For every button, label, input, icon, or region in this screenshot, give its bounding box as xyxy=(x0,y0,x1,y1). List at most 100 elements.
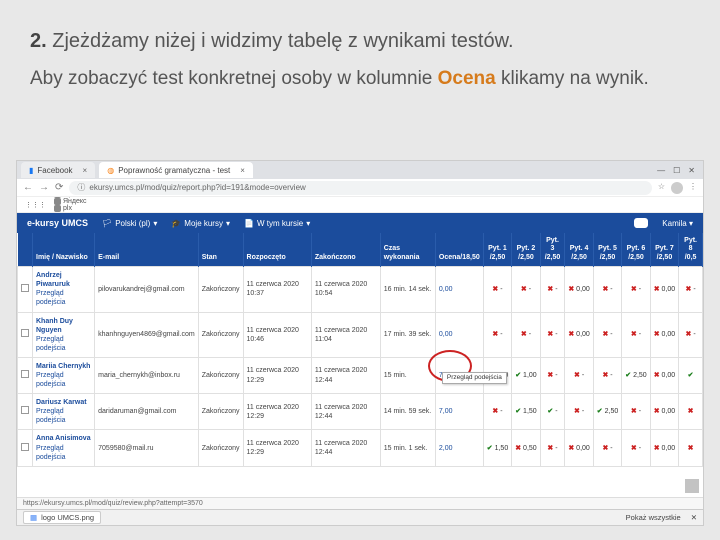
download-item[interactable]: ▦ logo UMCS.png xyxy=(23,511,101,524)
question-cell[interactable]: ✖ xyxy=(679,394,703,430)
state-cell: Zakończony xyxy=(198,267,243,312)
close-window-icon[interactable]: ✕ xyxy=(688,166,695,175)
column-header[interactable]: Czas wykonania xyxy=(380,233,435,267)
column-header[interactable]: Rozpoczęto xyxy=(243,233,311,267)
maximize-icon[interactable]: ☐ xyxy=(673,166,680,175)
show-all-downloads[interactable]: Pokaż wszystkie xyxy=(626,513,681,522)
question-cell[interactable]: ✖ 0,00 xyxy=(565,312,593,357)
grade-cell[interactable]: 7,00Przegląd podejścia xyxy=(435,357,483,393)
forward-icon[interactable]: → xyxy=(39,182,49,193)
question-cell[interactable]: ✖ - xyxy=(483,394,511,430)
grade-cell[interactable]: 2,00 xyxy=(435,430,483,466)
column-header[interactable]: Imię / Nazwisko xyxy=(33,233,95,267)
row-checkbox[interactable] xyxy=(18,312,33,357)
question-cell[interactable]: ✖ 0,00 xyxy=(650,430,678,466)
row-checkbox[interactable] xyxy=(18,357,33,393)
row-checkbox[interactable] xyxy=(18,267,33,312)
close-icon[interactable]: × xyxy=(83,166,88,175)
question-cell[interactable]: ✖ - xyxy=(622,394,650,430)
grade-cell[interactable]: 0,00 xyxy=(435,267,483,312)
avatar[interactable] xyxy=(671,182,683,194)
url-input[interactable]: ⓘ ekursy.umcs.pl/mod/quiz/report.php?id=… xyxy=(69,181,651,195)
question-cell[interactable]: ✖ - xyxy=(540,267,565,312)
question-cell[interactable]: ✔ 1,50 xyxy=(483,430,511,466)
lang-menu[interactable]: 🏳 Polski (pl) ▾ xyxy=(102,219,157,228)
student-name[interactable]: Dariusz KarwatPrzegląd podejścia xyxy=(33,394,95,430)
question-cell[interactable]: ✖ - xyxy=(565,394,593,430)
column-header[interactable]: Pyt. 3/2,50 xyxy=(540,233,565,267)
question-cell[interactable]: ✖ - xyxy=(483,312,511,357)
apps-icon[interactable]: ⋮⋮⋮ xyxy=(25,201,46,209)
question-cell[interactable]: ✔ 1,50 xyxy=(512,394,540,430)
question-cell[interactable]: ✖ - xyxy=(512,267,540,312)
column-header[interactable]: Ocena/18,50 xyxy=(435,233,483,267)
question-cell[interactable]: ✖ - xyxy=(622,312,650,357)
question-cell[interactable]: ✖ - xyxy=(483,267,511,312)
student-name[interactable]: Anna AnisimovaPrzegląd podejścia xyxy=(33,430,95,466)
question-cell[interactable]: ✖ - xyxy=(593,312,621,357)
scroll-indicator[interactable] xyxy=(685,479,699,493)
grade-cell[interactable]: 7,00 xyxy=(435,394,483,430)
question-cell[interactable]: ✔ xyxy=(679,357,703,393)
question-cell[interactable]: ✖ xyxy=(679,430,703,466)
back-icon[interactable]: ← xyxy=(23,182,33,193)
start-cell: 11 czerwca 2020 12:29 xyxy=(243,430,311,466)
question-cell[interactable]: ✖ - xyxy=(622,267,650,312)
column-header[interactable]: Pyt. 4/2,50 xyxy=(565,233,593,267)
question-cell[interactable]: ✖ - xyxy=(593,267,621,312)
column-header[interactable]: Pyt. 8/0,5 xyxy=(679,233,703,267)
column-header[interactable]: Stan xyxy=(198,233,243,267)
column-header[interactable]: Pyt. 1/2,50 xyxy=(483,233,511,267)
question-cell[interactable]: ✔ 2,50 xyxy=(622,357,650,393)
question-cell[interactable]: ✖ - xyxy=(593,357,621,393)
question-cell[interactable]: ✖ - xyxy=(679,267,703,312)
question-cell[interactable]: ✔ - xyxy=(540,394,565,430)
column-header[interactable]: Zakończono xyxy=(311,233,380,267)
menu-dots-icon[interactable]: ⋮ xyxy=(689,182,697,194)
question-cell[interactable]: ✖ - xyxy=(622,430,650,466)
column-header[interactable]: Pyt. 7/2,50 xyxy=(650,233,678,267)
question-cell[interactable]: ✖ - xyxy=(540,430,565,466)
column-header[interactable]: Pyt. 5/2,50 xyxy=(593,233,621,267)
student-name[interactable]: Khanh Duy NguyenPrzegląd podejścia xyxy=(33,312,95,357)
this-course-menu[interactable]: 📄 W tym kursie ▾ xyxy=(244,219,310,228)
grade-cell[interactable]: 0,00 xyxy=(435,312,483,357)
close-downloads-icon[interactable]: ✕ xyxy=(691,513,697,522)
column-header[interactable]: E-mail xyxy=(95,233,199,267)
minimize-icon[interactable]: — xyxy=(657,166,665,175)
question-cell[interactable]: ✖ - xyxy=(593,430,621,466)
column-header[interactable] xyxy=(18,233,33,267)
student-name[interactable]: Mariia ChernykhPrzegląd podejścia xyxy=(33,357,95,393)
user-menu[interactable]: Kamila ▾ xyxy=(662,219,693,228)
bookmark-item[interactable]: Яндекс xyxy=(54,198,104,205)
question-cell[interactable]: ✔ 1,00 xyxy=(512,357,540,393)
reload-icon[interactable]: ⟳ xyxy=(55,182,63,193)
question-cell[interactable]: ✖ - xyxy=(540,357,565,393)
column-header[interactable]: Pyt. 2/2,50 xyxy=(512,233,540,267)
question-cell[interactable]: ✔ 2,50 xyxy=(593,394,621,430)
question-cell[interactable]: ✖ - xyxy=(540,312,565,357)
question-cell[interactable]: ✖ - xyxy=(512,312,540,357)
column-header[interactable]: Pyt. 6/2,50 xyxy=(622,233,650,267)
question-cell[interactable]: ✖ 0,00 xyxy=(565,430,593,466)
site-brand[interactable]: e-kursy UMCS xyxy=(27,218,88,228)
tab-active[interactable]: ◍ Poprawność gramatyczna - test × xyxy=(99,162,253,178)
messages-icon[interactable] xyxy=(634,218,648,228)
student-name[interactable]: Andrzej PiwarurukPrzegląd podejścia xyxy=(33,267,95,312)
question-cell[interactable]: ✖ 0,00 xyxy=(650,357,678,393)
close-icon[interactable]: × xyxy=(240,166,245,175)
question-cell[interactable]: ✖ 0,00 xyxy=(565,267,593,312)
question-cell[interactable]: ✖ 0,00 xyxy=(650,267,678,312)
star-icon[interactable]: ☆ xyxy=(658,182,665,194)
results-table-wrap[interactable]: Imię / NazwiskoE-mailStanRozpoczętoZakoń… xyxy=(17,233,703,509)
row-checkbox[interactable] xyxy=(18,394,33,430)
my-courses-menu[interactable]: 🎓 Moje kursy ▾ xyxy=(171,219,230,228)
question-cell[interactable]: ✖ 0,00 xyxy=(650,394,678,430)
question-cell[interactable]: ✖ - xyxy=(679,312,703,357)
row-checkbox[interactable] xyxy=(18,430,33,466)
question-cell[interactable]: ✖ 0,50 xyxy=(512,430,540,466)
question-cell[interactable]: ✖ 0,00 xyxy=(650,312,678,357)
question-cell[interactable]: ✖ - xyxy=(565,357,593,393)
bookmark-item[interactable]: plx xyxy=(54,205,104,212)
tab-facebook[interactable]: ▮ Facebook × xyxy=(21,162,95,178)
